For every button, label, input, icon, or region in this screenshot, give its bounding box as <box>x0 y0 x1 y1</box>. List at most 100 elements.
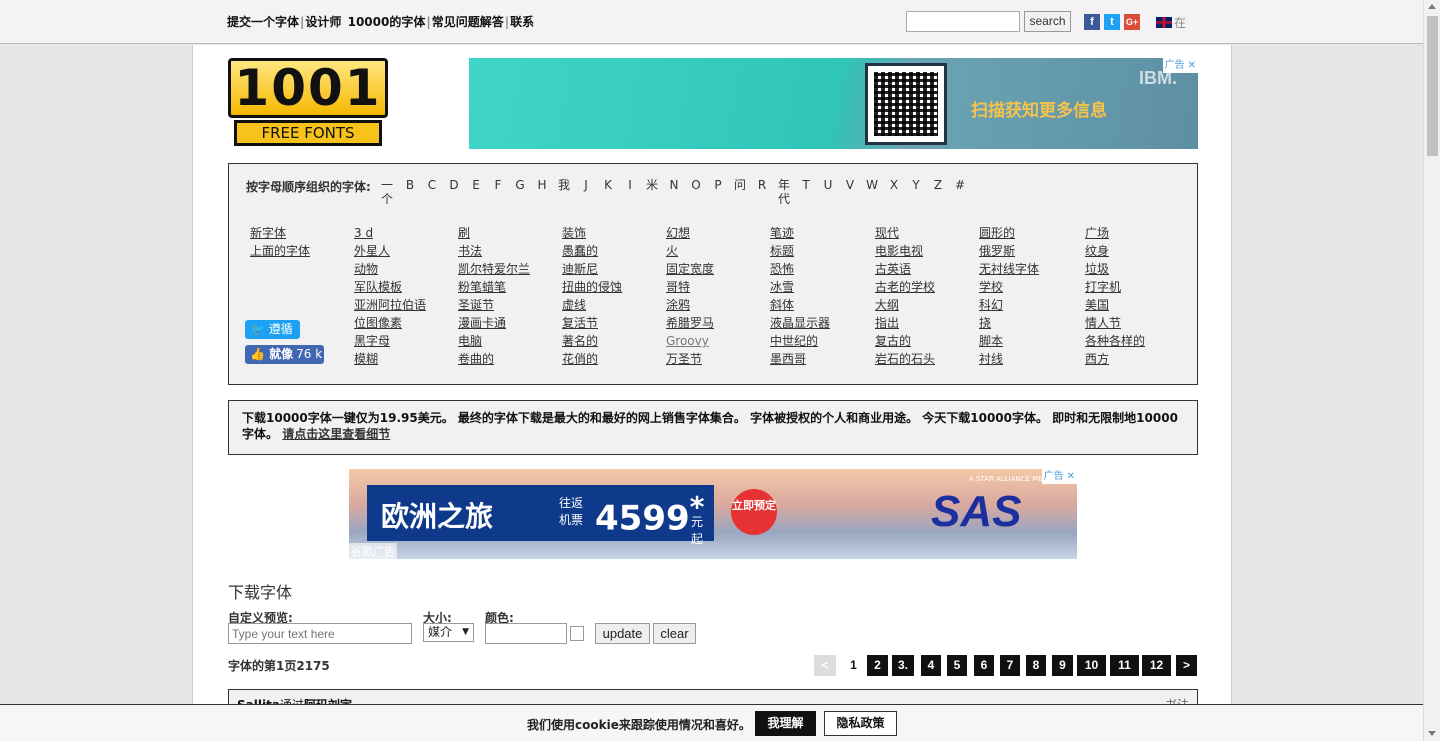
scrollbar[interactable] <box>1423 0 1440 741</box>
category-link[interactable]: 愚蠢的 <box>562 242 598 260</box>
preview-text-input[interactable] <box>228 623 412 644</box>
letter-link[interactable]: 一个 <box>381 178 393 206</box>
category-link[interactable]: 中世纪的 <box>770 332 818 350</box>
category-link[interactable]: 圆形的 <box>979 224 1015 242</box>
page-button[interactable]: 9 <box>1052 655 1073 676</box>
privacy-policy-button[interactable]: 隐私政策 <box>824 711 897 736</box>
category-link[interactable]: 电影电视 <box>875 242 923 260</box>
category-link[interactable]: 涂鸦 <box>666 296 690 314</box>
ad-book-now-button[interactable]: 立即预定 <box>731 489 777 535</box>
letter-link[interactable]: B <box>404 178 416 192</box>
category-link[interactable]: 大纲 <box>875 296 899 314</box>
google-plus-icon[interactable]: G+ <box>1124 14 1140 30</box>
category-link[interactable]: 指出 <box>875 314 899 332</box>
letter-link[interactable]: G <box>514 178 526 192</box>
page-button[interactable]: 11 <box>1110 655 1139 676</box>
color-swatch[interactable] <box>570 626 584 641</box>
letter-link[interactable]: R <box>756 178 768 192</box>
page-button[interactable]: 2 <box>867 655 888 676</box>
category-link[interactable]: 液晶显示器 <box>770 314 830 332</box>
scroll-up-arrow-icon[interactable] <box>1428 4 1436 9</box>
facebook-like-button[interactable]: 👍 就像 76 k <box>245 345 324 364</box>
category-link[interactable]: 标题 <box>770 242 794 260</box>
category-link[interactable]: 上面的字体 <box>250 242 310 260</box>
page-button[interactable]: 1 <box>843 655 864 676</box>
letter-link[interactable]: I <box>624 178 636 192</box>
category-link[interactable]: 现代 <box>875 224 899 242</box>
twitter-icon[interactable]: t <box>1104 14 1120 30</box>
category-link[interactable]: 复活节 <box>562 314 598 332</box>
category-link[interactable]: 笔迹 <box>770 224 794 242</box>
category-link[interactable]: 亚洲阿拉伯语 <box>354 296 426 314</box>
category-link[interactable]: 外星人 <box>354 242 390 260</box>
category-link[interactable]: 衬线 <box>979 350 1003 368</box>
facebook-icon[interactable]: f <box>1084 14 1100 30</box>
category-link[interactable]: 古英语 <box>875 260 911 278</box>
category-link[interactable]: 幻想 <box>666 224 690 242</box>
letter-link[interactable]: Z <box>932 178 944 192</box>
category-link[interactable]: 黑字母 <box>354 332 390 350</box>
letter-link[interactable]: O <box>690 178 702 192</box>
letter-link[interactable]: 年代 <box>778 178 790 206</box>
letter-link[interactable]: W <box>866 178 878 192</box>
update-button[interactable]: update <box>595 623 650 644</box>
page-button[interactable]: 3. <box>892 655 914 676</box>
page-button[interactable]: 8 <box>1026 655 1046 676</box>
category-link[interactable]: 凯尔特爱尔兰 <box>458 260 530 278</box>
category-link[interactable]: 俄罗斯 <box>979 242 1015 260</box>
page-button[interactable]: 7 <box>1000 655 1020 676</box>
search-button[interactable]: search <box>1024 11 1071 32</box>
category-link[interactable]: 著名的 <box>562 332 598 350</box>
letter-link[interactable]: Y <box>910 178 922 192</box>
letter-link[interactable]: P <box>712 178 724 192</box>
clear-button[interactable]: clear <box>653 623 696 644</box>
letter-link[interactable]: J <box>580 178 592 192</box>
top-advertisement[interactable]: 扫描获知更多信息 IBM. 广告 ✕ <box>469 58 1198 149</box>
category-link[interactable]: 书法 <box>458 242 482 260</box>
category-link[interactable]: 科幻 <box>979 296 1003 314</box>
promo-details-link[interactable]: 请点击这里查看细节 <box>282 427 390 441</box>
letter-link[interactable]: U <box>822 178 834 192</box>
search-input[interactable] <box>906 11 1020 32</box>
category-link[interactable]: Groovy <box>666 332 709 350</box>
language-selector[interactable]: 在 <box>1156 14 1186 31</box>
page-button[interactable]: 6 <box>974 655 994 676</box>
category-link[interactable]: 各种各样的 <box>1085 332 1145 350</box>
category-link[interactable]: 打字机 <box>1085 278 1121 296</box>
letter-link[interactable]: F <box>492 178 504 192</box>
letter-link[interactable]: 米 <box>646 178 658 192</box>
letter-link[interactable]: E <box>470 178 482 192</box>
page-button[interactable]: 10 <box>1077 655 1106 676</box>
page-button[interactable]: 5 <box>947 655 967 676</box>
category-link[interactable]: 军队模板 <box>354 278 402 296</box>
category-link[interactable]: 迪斯尼 <box>562 260 598 278</box>
category-link[interactable]: 脚本 <box>979 332 1003 350</box>
close-icon[interactable]: ✕ <box>1188 60 1196 71</box>
letter-link[interactable]: 问 <box>734 178 746 192</box>
category-link[interactable]: 刷 <box>458 224 470 242</box>
next-page-button[interactable]: > <box>1176 655 1197 676</box>
nav-faq[interactable]: 常见问题解答 <box>432 15 504 29</box>
category-link[interactable]: 情人节 <box>1085 314 1121 332</box>
category-link[interactable]: 新字体 <box>250 224 286 242</box>
category-link[interactable]: 动物 <box>354 260 378 278</box>
letter-link[interactable]: 我 <box>558 178 570 192</box>
category-link[interactable]: 墨西哥 <box>770 350 806 368</box>
nav-contact[interactable]: 联系 <box>510 15 534 29</box>
category-link[interactable]: 岩石的石头 <box>875 350 935 368</box>
category-link[interactable]: 广场 <box>1085 224 1109 242</box>
category-link[interactable]: 装饰 <box>562 224 586 242</box>
twitter-follow-button[interactable]: 🐦 遵循 <box>245 320 300 339</box>
cookie-accept-button[interactable]: 我理解 <box>755 711 816 736</box>
category-link[interactable]: 粉笔蜡笔 <box>458 278 506 296</box>
size-select[interactable]: 媒介 ▼ <box>423 623 474 642</box>
letter-link[interactable]: D <box>448 178 460 192</box>
letter-link[interactable]: # <box>954 178 966 192</box>
ad-badge[interactable]: 广告 ✕ <box>1041 469 1077 484</box>
category-link[interactable]: 万圣节 <box>666 350 702 368</box>
category-link[interactable]: 冰雪 <box>770 278 794 296</box>
category-link[interactable]: 恐怖 <box>770 260 794 278</box>
scroll-thumb[interactable] <box>1427 16 1438 156</box>
category-link[interactable]: 圣诞节 <box>458 296 494 314</box>
category-link[interactable]: 无衬线字体 <box>979 260 1039 278</box>
